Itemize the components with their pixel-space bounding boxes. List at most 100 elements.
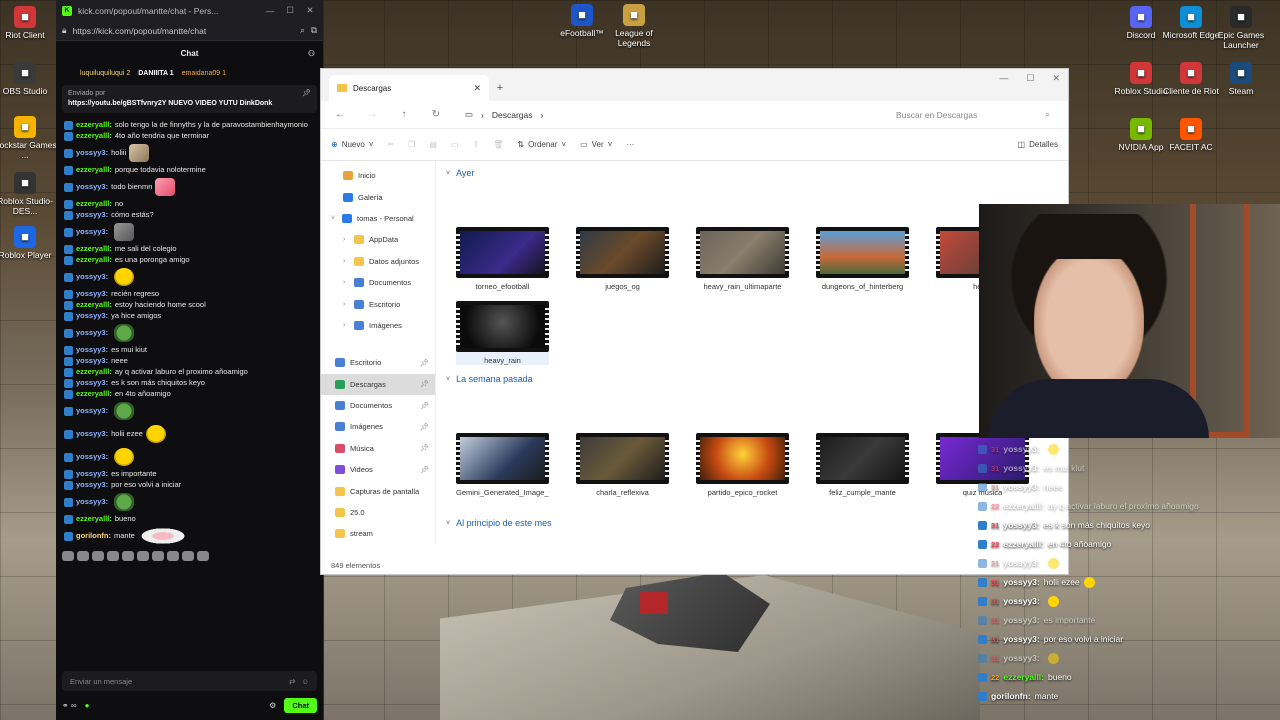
explorer-tab[interactable]: Descargas ✕ bbox=[329, 75, 489, 101]
cut-icon[interactable]: ✂ bbox=[388, 140, 395, 149]
chat-url[interactable]: https://kick.com/popout/mantte/chat bbox=[73, 26, 295, 36]
desktop-shortcut[interactable]: ■ Roblox Player bbox=[0, 226, 60, 260]
chat-username[interactable]: yossyy3: bbox=[76, 227, 108, 237]
settings-icon[interactable]: ⚙ bbox=[269, 701, 276, 710]
emote-icon[interactable] bbox=[107, 551, 119, 561]
chat-username[interactable]: ezzeryalll: bbox=[76, 300, 112, 310]
details-button[interactable]: ◫ Detalles bbox=[1018, 140, 1058, 149]
infinity-icon[interactable]: ⚭ ∞ bbox=[62, 701, 77, 710]
top-gifter-1[interactable]: luquiluquiluqui 2 bbox=[80, 70, 130, 77]
chevron-right-icon[interactable]: › bbox=[343, 322, 349, 329]
top-gifter-3[interactable]: emaidana09 1 bbox=[182, 70, 226, 77]
search-placeholder[interactable]: Buscar en Descargas bbox=[896, 110, 977, 120]
desktop-shortcut[interactable]: ■ OBS Studio bbox=[0, 62, 60, 96]
maximize-icon[interactable]: ☐ bbox=[1026, 73, 1034, 84]
chat-username[interactable]: yossyy3: bbox=[76, 345, 108, 355]
sidebar-item[interactable]: Inicio bbox=[321, 165, 435, 186]
desktop-shortcut[interactable]: ■ FACEIT AC bbox=[1160, 118, 1222, 152]
chat-input[interactable]: Enviar un mensaje ⇄ ☺ bbox=[62, 671, 317, 691]
pinned-text[interactable]: https://youtu.be/gBSTfvnry2Y NUEVO VIDEO… bbox=[68, 99, 311, 109]
chevron-right-icon[interactable]: ˅ bbox=[331, 215, 337, 222]
video-file[interactable]: heavy_rain bbox=[456, 301, 549, 365]
chat-username[interactable]: yossyy3: bbox=[76, 406, 108, 416]
desktop-shortcut[interactable]: ■Rockstar Games ... bbox=[0, 116, 60, 160]
refresh-icon[interactable]: ↻ bbox=[427, 109, 445, 120]
delete-icon[interactable]: 🗑︎ bbox=[493, 140, 503, 149]
search-box[interactable]: Buscar en Descargas ⌕ bbox=[888, 104, 1058, 125]
chat-username[interactable]: yossyy3: bbox=[76, 378, 108, 388]
chat-username[interactable]: yossyy3: bbox=[76, 210, 108, 220]
rename-icon[interactable]: ▭ bbox=[451, 140, 459, 149]
chat-username[interactable]: yossyy3: bbox=[76, 497, 108, 507]
sidebar-item[interactable]: Escritorio 📌︎ bbox=[321, 352, 435, 373]
chat-username[interactable]: yossyy3: bbox=[76, 452, 108, 462]
chat-username[interactable]: ezzeryalll: bbox=[76, 131, 112, 141]
chevron-right-icon[interactable]: › bbox=[343, 236, 349, 243]
copy-icon[interactable]: ❐ bbox=[408, 140, 415, 149]
share-icon[interactable]: ⇪ bbox=[473, 140, 480, 149]
chevron-right-icon[interactable]: › bbox=[343, 258, 349, 265]
sidebar-item[interactable]: Descargas 📌︎ bbox=[321, 373, 435, 395]
group-header[interactable]: ˅ La semana pasada bbox=[446, 371, 1058, 387]
zoom-icon[interactable]: ⌕ bbox=[300, 25, 305, 36]
sidebar-item[interactable]: Videos 📌︎ bbox=[321, 459, 435, 480]
close-tab-icon[interactable]: ✕ bbox=[473, 83, 481, 94]
video-file[interactable]: charla_reflexiva bbox=[576, 433, 669, 497]
video-file[interactable]: torneo_efootball bbox=[456, 227, 549, 291]
chat-username[interactable]: yossyy3: bbox=[76, 289, 108, 299]
sidebar-item[interactable]: Capturas de pantalla bbox=[321, 480, 435, 501]
video-file[interactable]: dungeons_of_hinterberg bbox=[816, 227, 909, 291]
extensions-icon[interactable]: ⧉ bbox=[311, 25, 317, 36]
video-file[interactable]: Gemini_Generated_Image_9gqc349gqc349gqc bbox=[456, 433, 549, 497]
minimize-icon[interactable]: — bbox=[999, 73, 1008, 84]
emote-icon[interactable] bbox=[197, 551, 209, 561]
sidebar-item[interactable]: › AppData bbox=[321, 229, 435, 250]
new-button[interactable]: ⊕ Nuevo ˅ bbox=[331, 140, 374, 149]
chat-username[interactable]: yossyy3: bbox=[76, 272, 108, 282]
emote-icon[interactable] bbox=[182, 551, 194, 561]
new-tab-button[interactable]: + bbox=[489, 75, 511, 101]
emote-icon[interactable] bbox=[77, 551, 89, 561]
paste-icon[interactable]: ▤ bbox=[429, 140, 437, 149]
breadcrumb-current[interactable]: Descargas bbox=[492, 110, 533, 120]
sidebar-item[interactable]: Imágenes 📌︎ bbox=[321, 416, 435, 437]
top-gifter-2[interactable]: DANIIITA 1 bbox=[138, 70, 173, 77]
chat-username[interactable]: ezzeryalll: bbox=[76, 199, 112, 209]
sidebar-item[interactable]: ˅ tomas - Personal bbox=[321, 208, 435, 229]
video-file[interactable]: juegos_og bbox=[576, 227, 669, 291]
desktop-shortcut[interactable]: ■ League of Legends bbox=[598, 4, 670, 48]
pin-icon[interactable]: 📌︎ bbox=[302, 89, 311, 99]
kick-badge-icon[interactable]: ● bbox=[85, 701, 90, 710]
chevron-right-icon[interactable]: › bbox=[343, 301, 349, 308]
group-header[interactable]: ˅ Ayer bbox=[446, 165, 1058, 181]
sidebar-item[interactable]: › Escritorio bbox=[321, 293, 435, 314]
video-file[interactable]: heavy_rain_ultimaparte bbox=[696, 227, 789, 291]
chevron-right-icon[interactable]: › bbox=[343, 279, 349, 286]
up-icon[interactable]: ↑ bbox=[395, 109, 413, 120]
chat-username[interactable]: yossyy3: bbox=[76, 429, 108, 439]
sidebar-item[interactable]: Documentos 📌︎ bbox=[321, 395, 435, 416]
desktop-shortcut[interactable]: ■ Riot Client bbox=[0, 6, 60, 40]
minimize-icon[interactable]: — bbox=[263, 6, 277, 16]
emote-icon[interactable] bbox=[137, 551, 149, 561]
translate-icon[interactable]: ⇄ bbox=[289, 677, 295, 686]
chat-username[interactable]: yossyy3: bbox=[76, 480, 108, 490]
chat-username[interactable]: yossyy3: bbox=[76, 469, 108, 479]
chat-username[interactable]: ezzeryalll: bbox=[76, 389, 112, 399]
group-header[interactable]: ˅ Al principio de este mes bbox=[446, 515, 1058, 531]
close-icon[interactable]: ✕ bbox=[303, 5, 317, 16]
desktop-shortcut[interactable]: ■ Roblox Studio-DES... bbox=[0, 172, 60, 216]
desktop-shortcut[interactable]: ■ Epic Games Launcher bbox=[1210, 6, 1272, 50]
chat-username[interactable]: yossyy3: bbox=[76, 356, 108, 366]
sidebar-item[interactable]: Galería bbox=[321, 186, 435, 207]
maximize-icon[interactable]: ☐ bbox=[283, 5, 297, 16]
desktop-shortcut[interactable]: ■ Steam bbox=[1210, 62, 1272, 96]
users-icon[interactable]: ⚇ bbox=[308, 49, 315, 58]
more-options-icon[interactable]: ··· bbox=[626, 140, 634, 149]
chat-username[interactable]: ezzeryalll: bbox=[76, 165, 112, 175]
emote-icon[interactable] bbox=[92, 551, 104, 561]
emote-icon[interactable] bbox=[62, 551, 74, 561]
video-file[interactable]: partido_epico_rocket bbox=[696, 433, 789, 497]
close-icon[interactable]: ✕ bbox=[1052, 73, 1060, 84]
chat-send-button[interactable]: Chat bbox=[284, 697, 317, 713]
